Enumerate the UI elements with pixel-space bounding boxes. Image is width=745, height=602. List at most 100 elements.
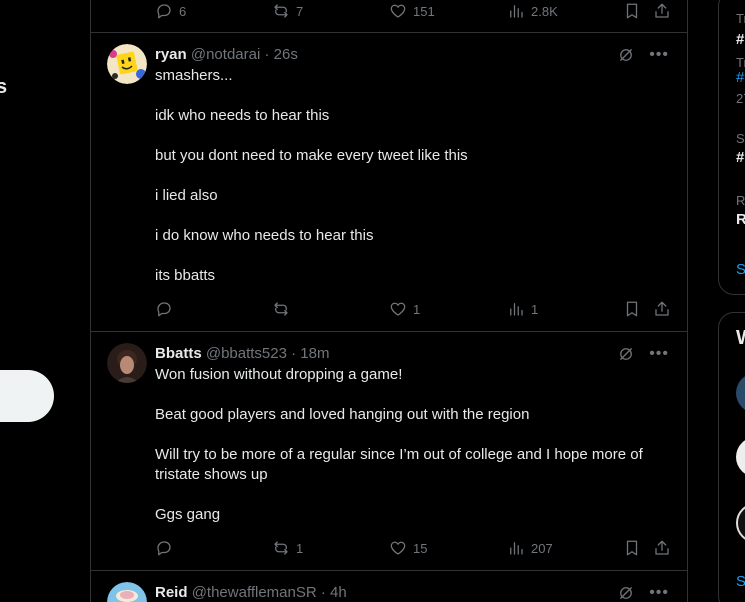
repost-button[interactable] — [272, 300, 296, 318]
bookmark-button[interactable] — [623, 2, 641, 20]
display-name[interactable]: ryan — [155, 46, 187, 63]
tweet[interactable]: Reid @thewafflemanSR · 4h ••• — [91, 582, 687, 602]
reply-icon — [157, 541, 171, 556]
suggested-user-avatar[interactable] — [736, 503, 745, 543]
like-count: 1 — [413, 301, 421, 317]
share-button[interactable] — [653, 300, 671, 318]
divider — [91, 32, 687, 33]
bookmark-icon — [626, 301, 638, 317]
heart-icon — [390, 541, 406, 555]
views-icon — [510, 542, 523, 555]
repost-icon — [274, 302, 288, 316]
reply-button[interactable]: 6 — [155, 2, 186, 20]
tweet-text-line: its bbatts — [155, 267, 216, 284]
share-icon — [655, 301, 669, 316]
trend-context: Tr — [736, 55, 745, 70]
avatar[interactable] — [107, 44, 147, 84]
nav-partial-label[interactable]: s — [0, 76, 7, 99]
like-button[interactable]: 15 — [389, 539, 427, 557]
post-button[interactable] — [0, 370, 54, 422]
views-icon — [510, 303, 523, 316]
repost-button[interactable]: 7 — [272, 2, 303, 20]
user-handle[interactable]: @thewafflemanSR — [192, 584, 317, 601]
tweet-text-line: Won fusion without dropping a game! — [155, 366, 403, 383]
left-navigation: s — [0, 0, 90, 602]
tweet-header: ryan @notdarai · 26s — [155, 46, 298, 63]
views-button[interactable]: 1 — [507, 300, 538, 318]
repost-count: 1 — [296, 540, 304, 556]
timestamp[interactable]: · 26s — [264, 46, 297, 63]
tweet-header-icons: ••• — [617, 345, 669, 363]
bookmark-icon — [626, 3, 638, 19]
tweet-text-line: Beat good players and loved hanging out … — [155, 406, 530, 423]
timestamp[interactable]: · 4h — [321, 584, 347, 601]
display-name[interactable]: Bbatts — [155, 345, 202, 362]
grok-icon[interactable] — [617, 46, 635, 64]
suggested-user-avatar[interactable] — [736, 373, 745, 413]
user-handle[interactable]: @bbatts523 — [206, 345, 287, 362]
app-window: s 6 7 151 2.8K ryan @notdarai · 26s ••• … — [0, 0, 745, 602]
tweet-text-line: idk who needs to hear this — [155, 107, 330, 124]
tweet-text-line: Ggs gang — [155, 506, 221, 523]
grok-icon[interactable] — [617, 584, 635, 602]
reply-count: 6 — [179, 3, 187, 19]
user-handle[interactable]: @notdarai — [191, 46, 260, 63]
tweet-header-icons: ••• — [617, 46, 669, 64]
tweet-text-line: smashers... — [155, 67, 233, 84]
tweet-actions: 1 1 — [155, 298, 669, 320]
grok-icon[interactable] — [617, 345, 635, 363]
share-button[interactable] — [653, 539, 671, 557]
divider — [91, 331, 687, 332]
timeline-feed: 6 7 151 2.8K ryan @notdarai · 26s ••• sm… — [90, 0, 688, 602]
trend-title[interactable]: # — [736, 31, 744, 48]
tweet[interactable]: ryan @notdarai · 26s ••• smashers... idk… — [91, 44, 687, 332]
like-count: 15 — [413, 540, 428, 556]
repost-icon — [274, 4, 288, 18]
more-options-icon[interactable]: ••• — [649, 584, 669, 602]
like-button[interactable]: 151 — [389, 2, 435, 20]
views-button[interactable]: 2.8K — [507, 2, 558, 20]
reply-button[interactable] — [155, 300, 179, 318]
tweet-text-line: Will try to be more of a regular since I… — [155, 446, 643, 463]
tweet-text-line: i do know who needs to hear this — [155, 227, 374, 244]
like-button[interactable]: 1 — [389, 300, 420, 318]
tweet-actions-previous: 6 7 151 2.8K — [155, 0, 669, 22]
reply-button[interactable] — [155, 539, 179, 557]
views-count: 1 — [531, 301, 539, 317]
avatar[interactable] — [107, 582, 147, 602]
tweet[interactable]: Bbatts @bbatts523 · 18m ••• Won fusion w… — [91, 343, 687, 571]
bookmark-button[interactable] — [623, 300, 641, 318]
heart-icon — [390, 4, 406, 18]
share-button[interactable] — [653, 2, 671, 20]
avatar[interactable] — [107, 343, 147, 383]
reply-icon — [157, 4, 171, 19]
trend-context: S — [736, 131, 745, 146]
trend-title[interactable]: # — [736, 149, 744, 166]
trend-context: R — [736, 193, 745, 208]
suggested-user-avatar[interactable] — [736, 437, 745, 477]
share-icon — [655, 540, 669, 555]
show-more-link[interactable]: S — [736, 573, 745, 590]
repost-button[interactable]: 1 — [272, 539, 303, 557]
timestamp[interactable]: · 18m — [291, 345, 329, 362]
heart-icon — [390, 302, 406, 316]
trend-title[interactable]: R — [736, 211, 745, 228]
tweet-text-line: but you dont need to make every tweet li… — [155, 147, 468, 164]
more-options-icon[interactable]: ••• — [649, 345, 669, 363]
bookmark-icon — [626, 540, 638, 556]
repost-count: 7 — [296, 3, 304, 19]
tweet-header: Bbatts @bbatts523 · 18m — [155, 345, 329, 362]
repost-icon — [274, 541, 288, 555]
tweet-text-line: i lied also — [155, 187, 218, 204]
show-more-link[interactable]: S — [736, 261, 745, 278]
display-name[interactable]: Reid — [155, 584, 188, 601]
more-options-icon[interactable]: ••• — [649, 46, 669, 64]
who-to-follow-title: W — [736, 327, 745, 350]
views-count: 2.8K — [531, 3, 558, 19]
like-count: 151 — [413, 3, 435, 19]
trend-hashtag-link[interactable]: # — [736, 69, 744, 86]
reply-icon — [157, 302, 171, 317]
bookmark-button[interactable] — [623, 539, 641, 557]
divider — [91, 570, 687, 571]
views-button[interactable]: 207 — [507, 539, 553, 557]
